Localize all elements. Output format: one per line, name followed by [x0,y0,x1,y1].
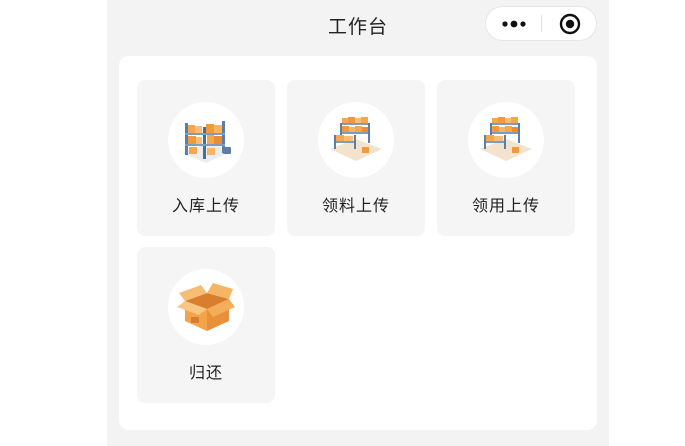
capsule-menu [485,6,597,41]
target-close-icon [559,13,580,34]
more-button[interactable] [486,7,541,40]
warehouse-shelves-icon [330,117,382,161]
warehouse-shelves-icon [480,117,532,161]
navigation-bar: 工作台 [107,0,609,52]
tile-icon-circle [168,102,244,178]
tile-icon-circle [168,269,244,345]
tile-label: 领料上传 [321,196,390,215]
tile-icon-circle [468,102,544,178]
tile-inbound-upload[interactable]: 入库上传 [137,80,275,236]
tile-label: 入库上传 [171,196,240,215]
warehouse-shelves-icon [182,121,232,163]
open-box-icon [177,283,235,331]
tile-usage-upload[interactable]: 领用上传 [437,80,575,236]
close-button[interactable] [542,7,597,40]
tile-label: 领用上传 [471,196,540,215]
function-grid-card: 入库上传 领料上传 领用上传 归还 [119,56,597,430]
mini-program-screen: 工作台 入库上传 领料上传 领用上传 归还 [107,0,609,446]
tile-icon-circle [318,102,394,178]
tile-material-pick-upload[interactable]: 领料上传 [287,80,425,236]
tile-label: 归还 [188,363,223,382]
more-dots-icon [501,20,526,27]
tile-return[interactable]: 归还 [137,247,275,403]
